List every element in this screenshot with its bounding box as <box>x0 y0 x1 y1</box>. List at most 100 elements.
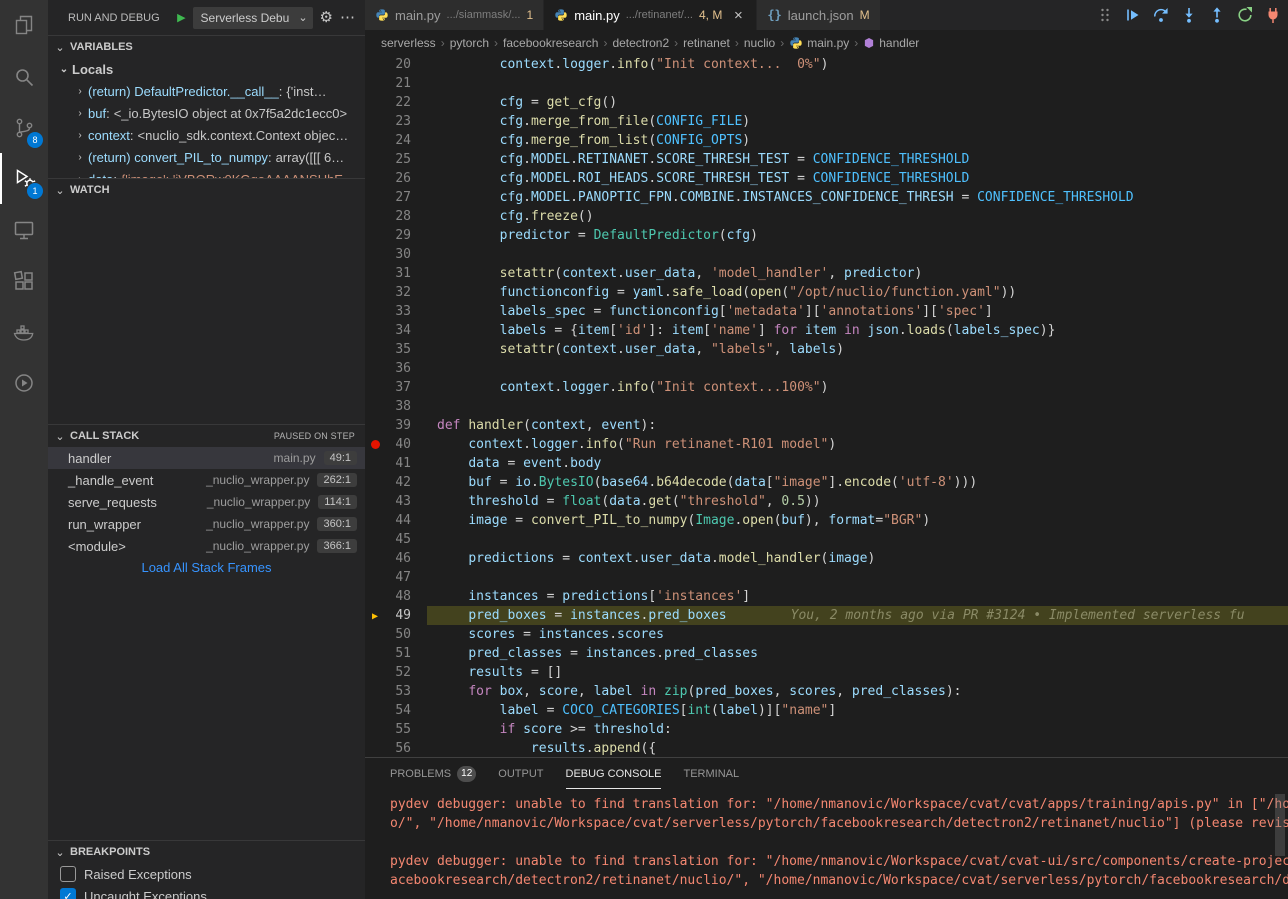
glyph-margin[interactable] <box>365 340 385 359</box>
glyph-margin[interactable] <box>365 739 385 757</box>
code-text[interactable]: cfg = get_cfg() <box>437 93 1288 112</box>
code-text[interactable] <box>437 359 1288 378</box>
variable-row[interactable]: ›buf:<_io.BytesIO object at 0x7f5a2dc1ec… <box>48 102 365 124</box>
stack-frame-module[interactable]: <module>_nuclio_wrapper.py366:1 <box>48 535 365 557</box>
glyph-margin[interactable] <box>365 93 385 112</box>
activity-item-explorer[interactable] <box>0 0 48 51</box>
glyph-margin[interactable] <box>365 587 385 606</box>
stack-frame-run_wrapper[interactable]: run_wrapper_nuclio_wrapper.py360:1 <box>48 513 365 535</box>
code-text[interactable]: cfg.freeze() <box>437 207 1288 226</box>
code-text[interactable]: for box, score, label in zip(pred_boxes,… <box>437 682 1288 701</box>
code-text[interactable]: results.append({ <box>437 739 1288 757</box>
code-text[interactable]: cfg.MODEL.PANOPTIC_FPN.COMBINE.INSTANCES… <box>437 188 1288 207</box>
variable-row[interactable]: ›context:<nuclio_sdk.context.Context obj… <box>48 124 365 146</box>
code-editor[interactable]: 20 context.logger.info("Init context... … <box>365 55 1288 757</box>
code-text[interactable]: predictor = DefaultPredictor(cfg) <box>437 226 1288 245</box>
breadcrumb-item-facebookresearch[interactable]: facebookresearch <box>503 36 598 50</box>
glyph-margin[interactable] <box>365 264 385 283</box>
glyph-margin[interactable] <box>365 454 385 473</box>
code-text[interactable]: results = [] <box>437 663 1288 682</box>
variable-row[interactable]: ›(return) convert_PIL_to_numpy:array([[[… <box>48 146 365 168</box>
breakpoints-section-header[interactable]: ⌄ BREAKPOINTS <box>48 841 365 863</box>
code-text[interactable]: context.logger.info("Init context... 0%"… <box>437 55 1288 74</box>
glyph-margin[interactable] <box>365 245 385 264</box>
variables-section-header[interactable]: ⌄ VARIABLES <box>48 36 365 58</box>
glyph-margin[interactable] <box>365 283 385 302</box>
breakpoint-dot[interactable] <box>365 435 385 454</box>
glyph-margin[interactable] <box>365 150 385 169</box>
editor-tab-main.py[interactable]: main.py.../siammask/...1 <box>365 0 544 30</box>
close-icon[interactable]: × <box>730 7 746 24</box>
glyph-margin[interactable] <box>365 568 385 587</box>
code-text[interactable]: pred_boxes = instances.pred_boxesYou, 2 … <box>437 606 1288 625</box>
code-text[interactable] <box>437 530 1288 549</box>
breadcrumb-item-serverless[interactable]: serverless <box>381 36 436 50</box>
glyph-margin[interactable] <box>365 416 385 435</box>
code-text[interactable]: cfg.merge_from_list(CONFIG_OPTS) <box>437 131 1288 150</box>
step-over-icon[interactable] <box>1152 6 1170 24</box>
panel-tab-debug-console[interactable]: DEBUG CONSOLE <box>566 758 662 789</box>
glyph-margin[interactable] <box>365 112 385 131</box>
glyph-margin[interactable] <box>365 682 385 701</box>
glyph-margin[interactable] <box>365 701 385 720</box>
glyph-margin[interactable] <box>365 74 385 93</box>
glyph-margin[interactable] <box>365 302 385 321</box>
gripper-icon[interactable] <box>1096 6 1114 24</box>
code-text[interactable]: buf = io.BytesIO(base64.b64decode(data["… <box>437 473 1288 492</box>
glyph-margin[interactable] <box>365 321 385 340</box>
glyph-margin[interactable] <box>365 663 385 682</box>
variable-row[interactable]: ›(return) DefaultPredictor.__call__:{'in… <box>48 80 365 102</box>
code-text[interactable]: labels_spec = functionconfig['metadata']… <box>437 302 1288 321</box>
checkbox[interactable]: ✓ <box>60 888 76 899</box>
activity-item-search[interactable] <box>0 51 48 102</box>
variable-row[interactable]: ›data:{'image': 'iVBORw0KGgoAAAANSUhE… <box>48 168 365 178</box>
glyph-margin[interactable] <box>365 549 385 568</box>
code-text[interactable]: context.logger.info("Run retinanet-R101 … <box>437 435 1288 454</box>
disconnect-icon[interactable] <box>1264 6 1282 24</box>
code-text[interactable]: context.logger.info("Init context...100%… <box>437 378 1288 397</box>
glyph-margin[interactable] <box>365 207 385 226</box>
more-actions-icon[interactable]: ⋯ <box>340 10 355 25</box>
debug-start-icon[interactable]: ▶ <box>177 11 185 24</box>
code-text[interactable]: cfg.MODEL.ROI_HEADS.SCORE_THRESH_TEST = … <box>437 169 1288 188</box>
stack-frame-handler[interactable]: handlermain.py49:1 <box>48 447 365 469</box>
glyph-margin[interactable] <box>365 492 385 511</box>
activity-item-docker[interactable] <box>0 306 48 357</box>
glyph-margin[interactable] <box>365 131 385 150</box>
step-out-icon[interactable] <box>1208 6 1226 24</box>
glyph-margin[interactable] <box>365 720 385 739</box>
panel-scrollbar[interactable] <box>1275 794 1285 856</box>
activity-item-remote-explorer[interactable] <box>0 204 48 255</box>
code-text[interactable]: image = convert_PIL_to_numpy(Image.open(… <box>437 511 1288 530</box>
load-all-stack-frames-link[interactable]: Load All Stack Frames <box>48 557 365 579</box>
breadcrumb-item-retinanet[interactable]: retinanet <box>683 36 730 50</box>
restart-icon[interactable] <box>1236 6 1254 24</box>
code-text[interactable]: scores = instances.scores <box>437 625 1288 644</box>
editor-tab-main.py[interactable]: main.py.../retinanet/...4, M× <box>544 0 757 30</box>
activity-item-run-and-debug[interactable]: 1 <box>0 153 48 204</box>
glyph-margin[interactable] <box>365 226 385 245</box>
code-text[interactable]: cfg.merge_from_file(CONFIG_FILE) <box>437 112 1288 131</box>
glyph-margin[interactable] <box>365 511 385 530</box>
panel-tab-output[interactable]: OUTPUT <box>498 758 543 789</box>
glyph-margin[interactable] <box>365 530 385 549</box>
code-text[interactable]: cfg.MODEL.RETINANET.SCORE_THRESH_TEST = … <box>437 150 1288 169</box>
glyph-margin[interactable] <box>365 169 385 188</box>
code-text[interactable]: setattr(context.user_data, 'model_handle… <box>437 264 1288 283</box>
glyph-margin[interactable] <box>365 625 385 644</box>
code-text[interactable]: functionconfig = yaml.safe_load(open("/o… <box>437 283 1288 302</box>
code-text[interactable]: setattr(context.user_data, "labels", lab… <box>437 340 1288 359</box>
activity-item-source-control[interactable]: 8 <box>0 102 48 153</box>
breadcrumb-item-nuclio[interactable]: nuclio <box>744 36 775 50</box>
code-text[interactable]: threshold = float(data.get("threshold", … <box>437 492 1288 511</box>
code-text[interactable]: predictions = context.user_data.model_ha… <box>437 549 1288 568</box>
breadcrumb-item-pytorch[interactable]: pytorch <box>450 36 489 50</box>
glyph-margin[interactable] <box>365 378 385 397</box>
step-into-icon[interactable] <box>1180 6 1198 24</box>
watch-section-header[interactable]: ⌄ WATCH <box>48 179 365 201</box>
gear-icon[interactable]: ⚙ <box>320 10 333 25</box>
code-text[interactable]: def handler(context, event): <box>437 416 1288 435</box>
code-text[interactable] <box>437 568 1288 587</box>
stack-frame-serve_requests[interactable]: serve_requests_nuclio_wrapper.py114:1 <box>48 491 365 513</box>
breadcrumb-item-handler[interactable]: handler <box>863 36 919 50</box>
